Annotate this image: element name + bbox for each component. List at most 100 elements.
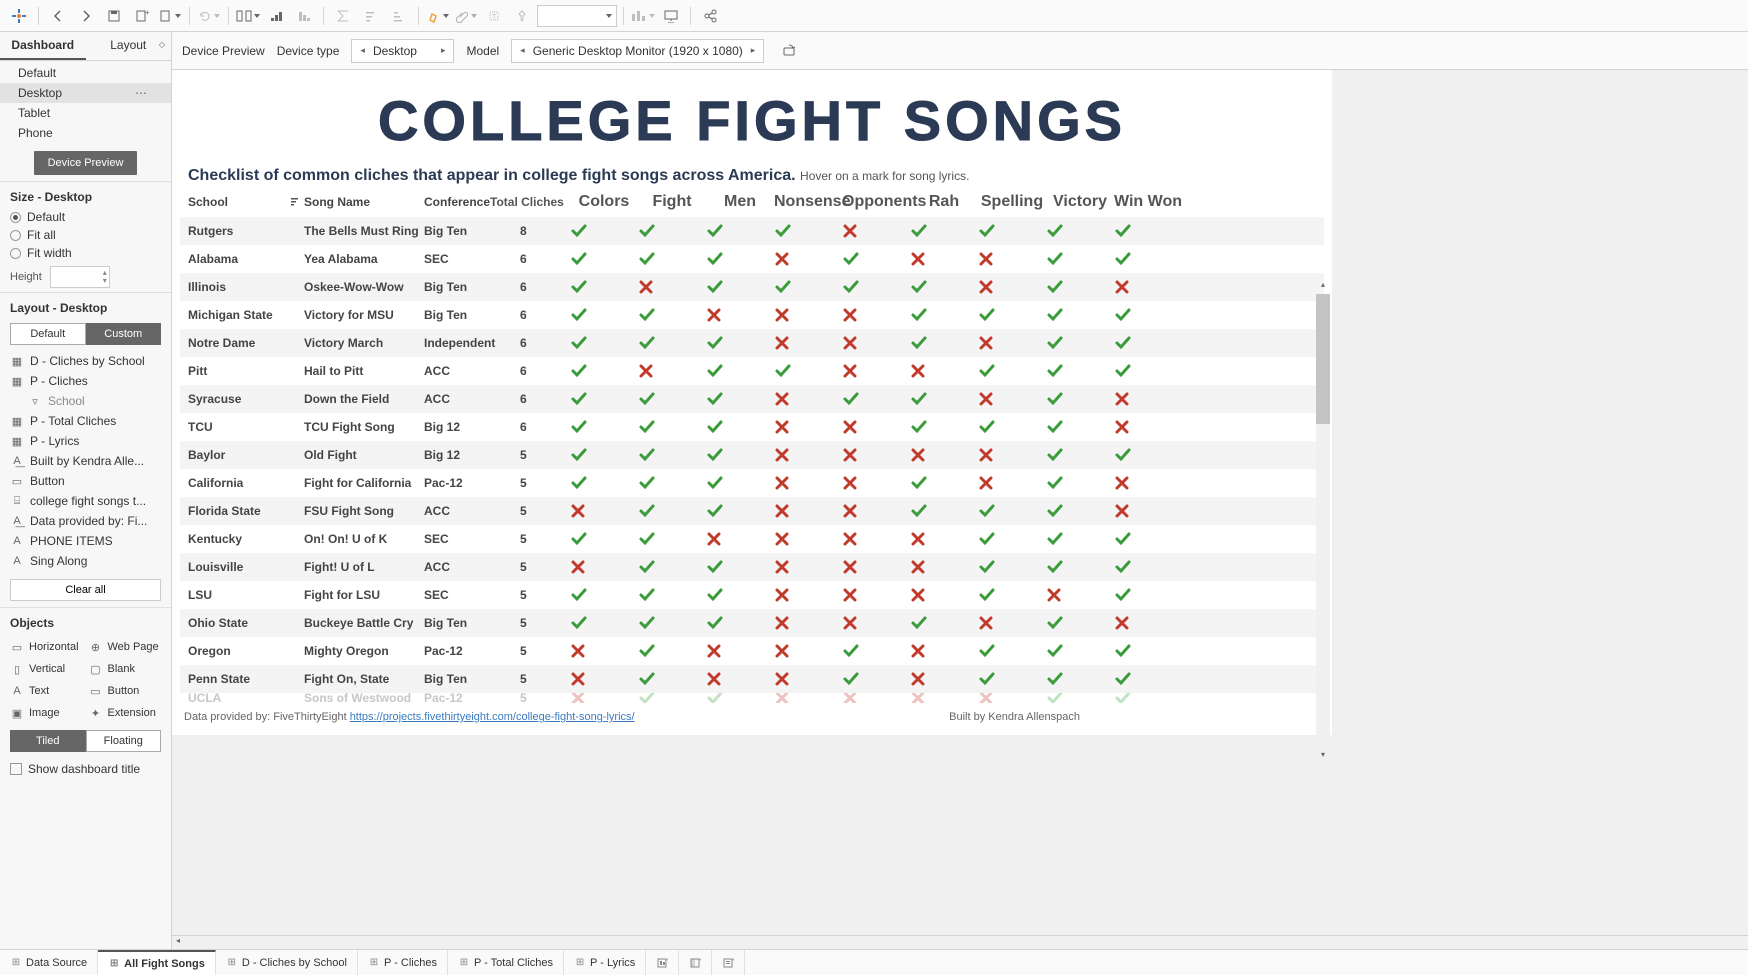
table-row[interactable]: Penn StateFight On, StateBig Ten5 [180, 665, 1324, 693]
size-section-title: Size - Desktop [0, 181, 171, 208]
new-story-icon[interactable]: + [712, 950, 745, 975]
device-type-select[interactable]: ◂Desktop▸ [351, 39, 454, 63]
show-title-check[interactable]: Show dashboard title [0, 756, 171, 782]
table-row[interactable]: Ohio StateBuckeye Battle CryBig Ten5 [180, 609, 1324, 637]
device-preview-button[interactable]: Device Preview [34, 151, 138, 175]
table-row[interactable]: UCLASons of WestwoodPac-125 [180, 693, 1324, 703]
svg-text:+: + [699, 957, 701, 964]
layout-item[interactable]: ▦P - Total Cliches [6, 411, 165, 431]
layout-item[interactable]: ⌸college fight songs t... [6, 491, 165, 511]
back-icon[interactable] [45, 3, 71, 29]
share-icon[interactable] [697, 3, 723, 29]
size-default[interactable]: Default [0, 208, 171, 226]
label-icon[interactable]: T [481, 3, 507, 29]
layout-item[interactable]: ASing Along [6, 551, 165, 571]
layout-item[interactable]: ▦D - Cliches by School [6, 351, 165, 371]
height-label: Height [10, 271, 42, 283]
height-input[interactable]: ▴▾ [50, 266, 110, 288]
sort-asc-icon[interactable] [263, 3, 289, 29]
save-icon[interactable] [101, 3, 127, 29]
sheet-tab[interactable]: ⊞P - Total Cliches [448, 950, 564, 975]
sheet-tab[interactable]: ⊞P - Lyrics [564, 950, 646, 975]
table-row[interactable]: OregonMighty OregonPac-125 [180, 637, 1324, 665]
device-desktop[interactable]: Desktop [0, 83, 171, 103]
table-row[interactable]: Notre DameVictory MarchIndependent6 [180, 329, 1324, 357]
present-icon[interactable] [658, 3, 684, 29]
layout-item[interactable]: ▦P - Cliches [6, 371, 165, 391]
fit-dropdown[interactable] [537, 5, 617, 27]
table-row[interactable]: Michigan StateVictory for MSUBig Ten6 [180, 301, 1324, 329]
object-item[interactable]: ▭Button [89, 682, 162, 700]
dashboard-subtitle: Checklist of common cliches that appear … [172, 159, 1332, 187]
object-item[interactable]: ✦Extension [89, 704, 162, 722]
show-me-icon[interactable] [630, 3, 656, 29]
table-row[interactable]: AlabamaYea AlabamaSEC6 [180, 245, 1324, 273]
table-row[interactable]: RutgersThe Bells Must RingBig Ten8 [180, 217, 1324, 245]
objects-title: Objects [0, 607, 171, 634]
table-scrollbar[interactable]: ▴▾ [1316, 294, 1330, 750]
layout-item[interactable]: APHONE ITEMS [6, 531, 165, 551]
forward-icon[interactable] [73, 3, 99, 29]
layout-default-btn[interactable]: Default [10, 323, 86, 345]
tab-dashboard[interactable]: Dashboard [0, 32, 86, 60]
refresh-icon[interactable] [196, 3, 222, 29]
swap-icon[interactable] [235, 3, 261, 29]
table-row[interactable]: LouisvilleFight! U of LACC5 [180, 553, 1324, 581]
source-link[interactable]: https://projects.fivethirtyeight.com/col… [350, 711, 635, 723]
sort-desc-icon[interactable] [291, 3, 317, 29]
dashboard: COLLEGE FIGHT SONGS Checklist of common … [172, 70, 1332, 735]
object-item[interactable]: AText [10, 682, 83, 700]
layout-custom-btn[interactable]: Custom [86, 323, 162, 345]
totals-icon[interactable] [330, 3, 356, 29]
sheet-tab[interactable]: ⊞All Fight Songs [98, 950, 216, 975]
sheet-tab[interactable]: ⊞D - Cliches by School [216, 950, 358, 975]
data-source-tab[interactable]: ⊞Data Source [0, 950, 98, 975]
table-row[interactable]: LSUFight for LSUSEC5 [180, 581, 1324, 609]
size-fit-all[interactable]: Fit all [0, 226, 171, 244]
abc-asc-icon[interactable] [358, 3, 384, 29]
device-preview-label: Device Preview [182, 44, 265, 58]
layout-item[interactable]: A͟Data provided by: Fi... [6, 511, 165, 531]
abc-desc-icon[interactable] [386, 3, 412, 29]
table-row[interactable]: Florida StateFSU Fight SongACC5 [180, 497, 1324, 525]
tiled-btn[interactable]: Tiled [10, 730, 86, 752]
tab-layout[interactable]: Layout◇ [86, 32, 172, 60]
logo-icon[interactable] [6, 3, 32, 29]
device-tablet[interactable]: Tablet [0, 103, 171, 123]
object-item[interactable]: ▭Horizontal [10, 638, 83, 656]
table-row[interactable]: IllinoisOskee-Wow-WowBig Ten6 [180, 273, 1324, 301]
highlight-icon[interactable] [425, 3, 451, 29]
object-item[interactable]: ▯Vertical [10, 660, 83, 678]
clear-all-button[interactable]: Clear all [10, 579, 161, 601]
table-row[interactable]: KentuckyOn! On! U of KSEC5 [180, 525, 1324, 553]
floating-btn[interactable]: Floating [86, 730, 162, 752]
table-row[interactable]: CaliforniaFight for CaliforniaPac-125 [180, 469, 1324, 497]
device-phone[interactable]: Phone [0, 123, 171, 143]
rotate-icon[interactable] [776, 38, 802, 64]
new-data-icon[interactable]: + [129, 3, 155, 29]
model-select[interactable]: ◂Generic Desktop Monitor (1920 x 1080)▸ [511, 39, 764, 63]
table-row[interactable]: PittHail to PittACC6 [180, 357, 1324, 385]
layout-item[interactable]: ▦P - Lyrics [6, 431, 165, 451]
horiz-scrollbar[interactable]: ◂ [172, 935, 1748, 949]
layout-item[interactable]: ▭Button [6, 471, 165, 491]
dashboard-title: COLLEGE FIGHT SONGS [172, 70, 1332, 159]
table-row[interactable]: TCUTCU Fight SongBig 126 [180, 413, 1324, 441]
table-row[interactable]: BaylorOld FightBig 125 [180, 441, 1324, 469]
table-row[interactable]: SyracuseDown the FieldACC6 [180, 385, 1324, 413]
layout-item[interactable]: ▿School [6, 391, 165, 411]
size-fit-width[interactable]: Fit width [0, 244, 171, 262]
device-default[interactable]: Default [0, 63, 171, 83]
pin-icon[interactable] [509, 3, 535, 29]
object-item[interactable]: ⊕Web Page [89, 638, 162, 656]
attach-icon[interactable] [453, 3, 479, 29]
sheet-tab[interactable]: ⊞P - Cliches [358, 950, 448, 975]
layout-section-title: Layout - Desktop [0, 292, 171, 319]
new-worksheet-icon[interactable]: + [646, 950, 679, 975]
object-item[interactable]: ▢Blank [89, 660, 162, 678]
new-dashboard-icon[interactable]: + [679, 950, 712, 975]
object-item[interactable]: ▣Image [10, 704, 83, 722]
sort-icon[interactable] [290, 196, 304, 208]
layout-item[interactable]: A͟Built by Kendra Alle... [6, 451, 165, 471]
new-ws-icon[interactable] [157, 3, 183, 29]
